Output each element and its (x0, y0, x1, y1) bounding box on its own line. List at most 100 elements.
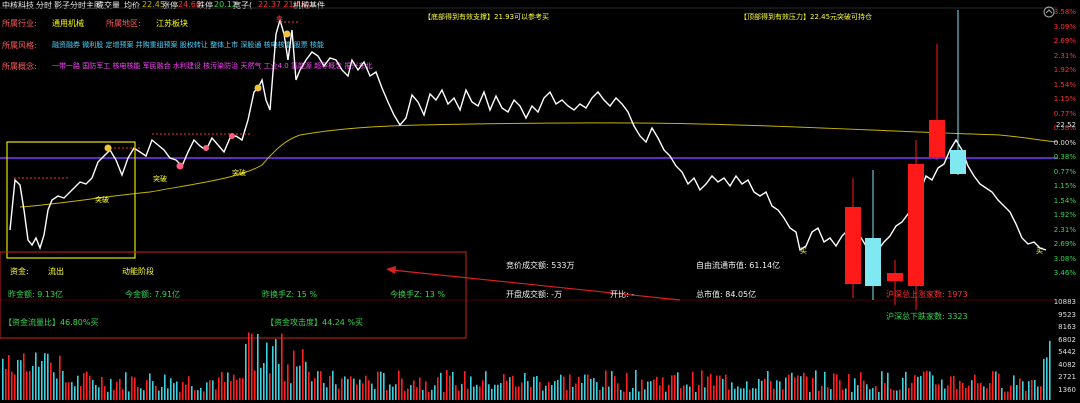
volume-bar (245, 343, 247, 400)
volume-tick: 6802 (1058, 335, 1076, 344)
yesterday-amount: 昨金额: 9.13亿 (8, 290, 64, 299)
volume-bar (959, 380, 961, 400)
volume-bar (83, 373, 85, 400)
volume-bar (386, 390, 388, 400)
volume-bar (71, 382, 73, 400)
volume-bar (443, 391, 445, 400)
volume-bar (140, 388, 142, 400)
volume-bar (59, 355, 61, 400)
volume-tick: 5442 (1058, 348, 1076, 356)
price-tick: 3.08% (1053, 254, 1076, 263)
price-tick: 1.15% (1053, 182, 1076, 190)
price-tick: 1.54% (1053, 80, 1076, 89)
volume-bar (740, 388, 742, 400)
volume-bar (689, 386, 691, 400)
volume-bar (713, 385, 715, 400)
volume-bar (893, 390, 895, 400)
volume-bar (257, 333, 259, 400)
volume-bar (212, 380, 214, 400)
volume-bar (95, 384, 97, 400)
volume-bar (983, 386, 985, 400)
volume-bar (641, 379, 643, 400)
volume-bar (905, 371, 907, 400)
volume-bar (977, 383, 979, 400)
volume-bar (362, 383, 364, 400)
volume-bar (299, 365, 301, 400)
signal-dot-icon (176, 162, 184, 170)
volume-bar (368, 380, 370, 400)
volume-bar (62, 370, 64, 400)
volume-bar (755, 388, 757, 400)
volume-bar (452, 371, 454, 400)
volume-bar (401, 378, 403, 400)
volume-bar (164, 374, 166, 400)
volume-bar (650, 381, 652, 400)
volume-bar (620, 389, 622, 400)
volume-bar (917, 376, 919, 400)
volume-bar (728, 389, 730, 400)
candle-5 (929, 120, 945, 157)
volume-bar (803, 372, 805, 400)
volume-bar (659, 385, 661, 400)
volume-bar (182, 382, 184, 400)
volume-bar (941, 379, 943, 400)
volume-bar (1022, 381, 1024, 400)
volume-bar (20, 360, 22, 400)
volume-bar (542, 390, 544, 400)
volume-bar (467, 388, 469, 400)
volume-bar (275, 339, 277, 400)
breakout-label-2: 突破 (153, 175, 167, 183)
volume-bar (806, 376, 808, 400)
volume-bar (398, 370, 400, 400)
volume-bar (230, 381, 232, 400)
volume-bar (101, 376, 103, 400)
volume-bar (509, 377, 511, 400)
volume-bar (146, 380, 148, 400)
volume-bar (29, 371, 31, 400)
volume-bar (557, 379, 559, 400)
volume-bar (422, 389, 424, 400)
volume-bar (1016, 385, 1018, 400)
volume-bar (278, 363, 280, 400)
volume-bar (407, 388, 409, 400)
volume-bar (956, 389, 958, 400)
volume-bar (644, 389, 646, 400)
volume-bar (341, 378, 343, 400)
volume-bar (425, 381, 427, 400)
volume-tick: 4082 (1058, 360, 1076, 369)
price-tick: 3.46% (1053, 269, 1076, 277)
volume-bar (554, 381, 556, 400)
volume-bar (860, 372, 862, 400)
volume-bar (890, 388, 892, 400)
volume-bar (1046, 357, 1048, 400)
volume-bar (419, 377, 421, 400)
volume-bar (971, 380, 973, 400)
volume-bar (683, 385, 685, 400)
volume-bar (1034, 380, 1036, 400)
volume-bar (155, 385, 157, 400)
volume-bar (1043, 358, 1045, 400)
volume-bar (149, 373, 151, 400)
volume-bar (848, 374, 850, 400)
volume-bar (875, 386, 877, 400)
volume-bar (710, 374, 712, 400)
volume-bar (566, 390, 568, 400)
volume-bar (524, 372, 526, 400)
volume-bar (539, 382, 541, 400)
volume-bar (722, 378, 724, 400)
volume-bar (737, 386, 739, 400)
candle-6 (950, 150, 966, 174)
volume-bar (323, 382, 325, 400)
volume-bar (953, 375, 955, 400)
volume-bar (692, 371, 694, 400)
volume-bar (836, 374, 838, 400)
volume-bar (575, 383, 577, 400)
volume-bar (686, 384, 688, 400)
volume-bar (431, 389, 433, 400)
volume-bar (989, 382, 991, 400)
volume-bar (26, 371, 28, 400)
volume-bar (674, 375, 676, 400)
open-ratio: 开比: - (610, 290, 635, 299)
volume-bar (998, 373, 1000, 400)
volume-bar (5, 368, 7, 400)
